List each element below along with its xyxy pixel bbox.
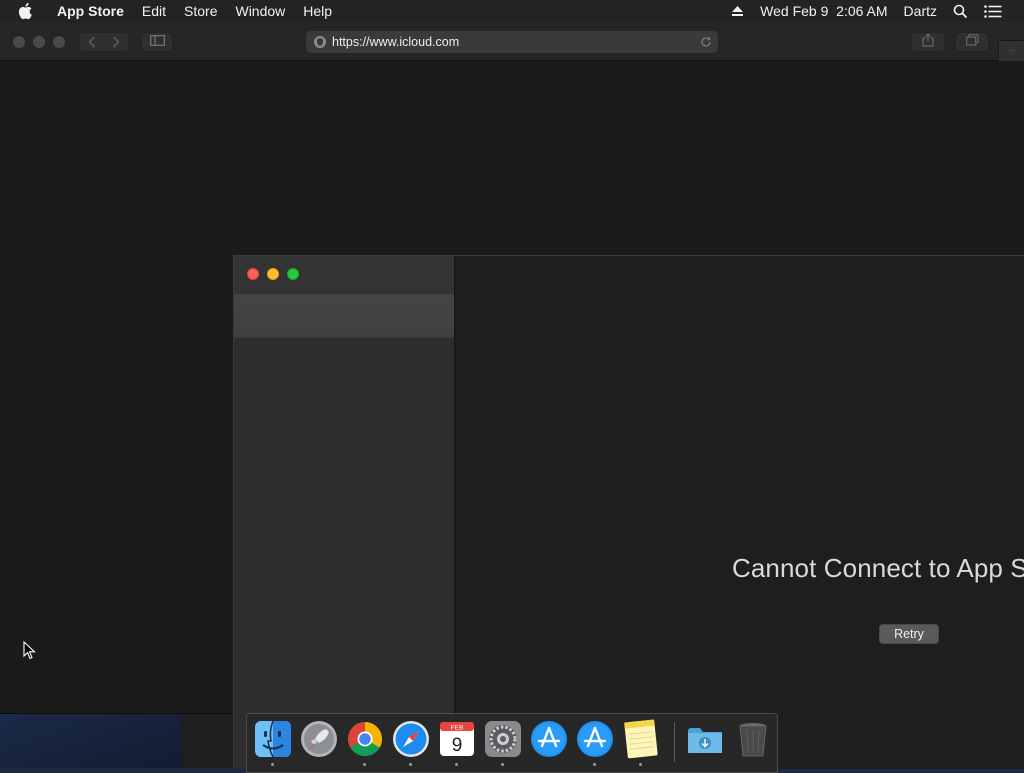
url-text: https://www.icloud.com — [332, 35, 460, 49]
menu-edit[interactable]: Edit — [133, 0, 175, 22]
address-bar[interactable]: https://www.icloud.com — [306, 31, 718, 53]
running-indicator — [593, 763, 596, 766]
close-button[interactable] — [13, 36, 25, 48]
system-preferences-icon[interactable] — [483, 719, 523, 759]
finder-icon[interactable] — [253, 719, 293, 759]
calendar-icon[interactable]: FEB 9 — [437, 719, 477, 759]
spotlight-search-icon[interactable] — [945, 4, 976, 19]
menu-window[interactable]: Window — [226, 0, 294, 22]
app-store-icon[interactable] — [529, 719, 569, 759]
app-store-sidebar — [234, 256, 455, 769]
dock: FEB 9 — [246, 713, 778, 773]
menu-app-store[interactable]: App Store — [48, 0, 133, 22]
tabs-icon — [965, 33, 979, 51]
retry-button[interactable]: Retry — [879, 624, 939, 644]
sidebar-icon — [149, 33, 165, 51]
minimize-button[interactable] — [33, 36, 45, 48]
tab-overview-button[interactable] — [955, 32, 989, 52]
chrome-icon[interactable] — [345, 719, 385, 759]
running-indicator — [409, 763, 412, 766]
sidebar-toggle-button[interactable] — [141, 32, 173, 52]
downloads-folder-icon[interactable] — [685, 719, 725, 759]
reload-icon[interactable] — [700, 36, 712, 48]
running-indicator — [363, 763, 366, 766]
new-tab-button[interactable] — [998, 40, 1024, 61]
sidebar-search-area[interactable] — [234, 294, 454, 338]
menu-store[interactable]: Store — [175, 0, 226, 22]
notification-center-icon[interactable] — [976, 4, 1010, 18]
calendar-day: 9 — [452, 735, 463, 756]
launchpad-icon[interactable] — [299, 719, 339, 759]
minimize-button[interactable] — [267, 268, 279, 280]
error-message: Cannot Connect to App Store — [732, 553, 1024, 583]
site-shield-icon — [313, 35, 327, 49]
notes-icon[interactable] — [621, 719, 661, 759]
safari-toolbar: https://www.icloud.com — [0, 22, 1024, 61]
running-indicator — [639, 763, 642, 766]
app-store-window: Cannot Connect to App Store Retry — [233, 255, 1024, 769]
app-store-icon[interactable] — [575, 719, 615, 759]
running-indicator — [501, 763, 504, 766]
mouse-cursor-icon — [23, 640, 37, 661]
apple-menu-icon[interactable] — [18, 2, 36, 20]
trash-icon[interactable] — [733, 719, 773, 759]
share-icon — [922, 32, 934, 52]
back-forward-buttons[interactable] — [79, 32, 129, 52]
forward-icon[interactable] — [104, 36, 128, 48]
back-icon[interactable] — [80, 36, 104, 48]
zoom-button[interactable] — [53, 36, 65, 48]
safari-icon[interactable] — [391, 719, 431, 759]
running-indicator — [455, 763, 458, 766]
app-store-content: Cannot Connect to App Store Retry — [455, 256, 1024, 769]
menu-user[interactable]: Dartz — [896, 0, 945, 22]
calendar-month: FEB — [451, 725, 464, 732]
eject-icon[interactable] — [723, 5, 752, 17]
menu-help[interactable]: Help — [294, 0, 341, 22]
share-button[interactable] — [911, 32, 945, 52]
menu-clock[interactable]: Wed Feb 9 2:06 AM — [752, 0, 895, 22]
running-indicator — [271, 763, 274, 766]
menu-bar: App Store Edit Store Window Help Wed Feb… — [0, 0, 1024, 22]
dock-separator — [674, 722, 675, 762]
zoom-button[interactable] — [287, 268, 299, 280]
close-button[interactable] — [247, 268, 259, 280]
plus-icon — [1007, 42, 1016, 60]
desktop-wallpaper-area — [0, 713, 182, 768]
